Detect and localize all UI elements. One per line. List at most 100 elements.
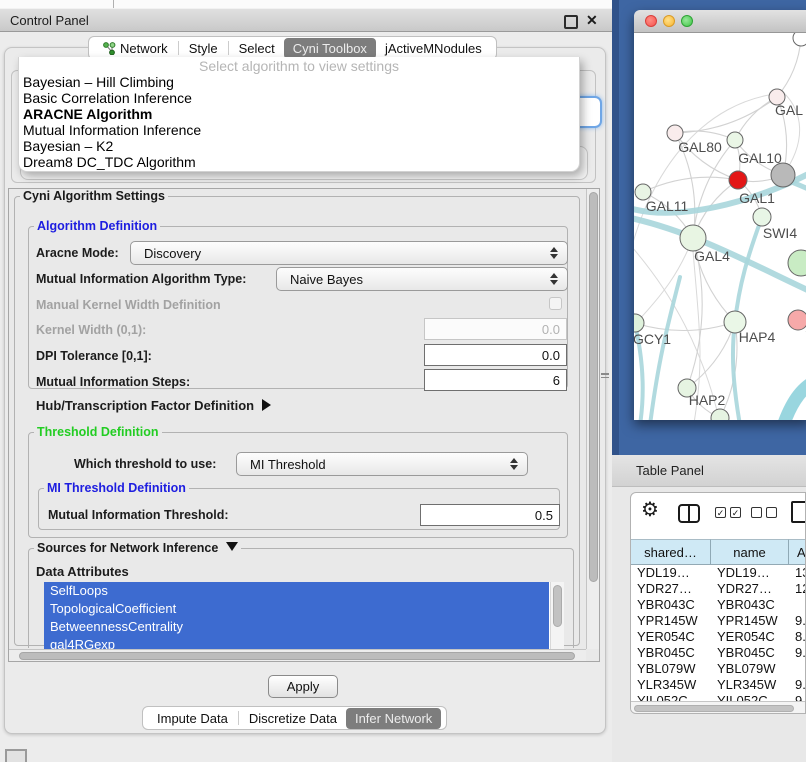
table-cell: 9. [789, 645, 805, 661]
table-panel-title: Table Panel [636, 463, 704, 478]
network-node-label: GAL10 [738, 150, 782, 166]
minimize-traffic-light-icon[interactable] [663, 15, 675, 27]
table-row[interactable]: YDL19…YDL19…13 [631, 565, 805, 581]
network-node-label: GAL11 [646, 198, 689, 214]
kernel-width-field[interactable]: 0.0 [424, 318, 567, 340]
columns-icon[interactable] [678, 504, 700, 523]
table-panel-titlebar: Table Panel [612, 455, 806, 487]
tab-cyni-toolbox[interactable]: Cyni Toolbox [284, 38, 376, 59]
manual-kernel-checkbox[interactable] [549, 297, 562, 310]
mi-threshold-group-title: MI Threshold Definition [44, 481, 189, 495]
network-edge [636, 238, 693, 323]
table-row[interactable]: YBR045CYBR045C9. [631, 645, 805, 661]
gear-icon[interactable]: ⚙ [641, 500, 659, 520]
hub-definition-label: Hub/Transcription Factor Definition [36, 398, 254, 413]
tab-label: Cyni Toolbox [293, 41, 367, 56]
table-cell: 8. [789, 629, 805, 645]
algorithm-definition-title: Algorithm Definition [34, 219, 160, 233]
column-header[interactable]: shared… [631, 539, 711, 565]
attribute-list-item[interactable]: gal4RGexp [44, 636, 549, 650]
settings-horizontal-scrollbar[interactable] [9, 649, 586, 661]
data-attributes-list: SelfLoopsTopologicalCoefficientBetweenne… [44, 582, 564, 650]
aracne-mode-select[interactable]: Discovery [130, 241, 568, 265]
network-node-y[interactable] [788, 310, 806, 330]
tab-label: Select [239, 41, 275, 56]
attributes-scrollbar[interactable] [550, 582, 564, 650]
minimized-panel-icon[interactable] [5, 749, 27, 762]
mi-type-select[interactable]: Naive Bayes [276, 267, 568, 291]
table-horizontal-scrollbar[interactable] [631, 701, 805, 714]
mi-threshold-field[interactable]: 0.5 [420, 504, 560, 526]
column-header[interactable]: name [711, 539, 789, 565]
mi-steps-label: Mutual Information Steps: [36, 375, 190, 389]
hub-definition-toggle[interactable]: Hub/Transcription Factor Definition [36, 398, 271, 413]
tab-impute-data[interactable]: Impute Data [148, 708, 237, 729]
table-cell: YPR145W [631, 613, 711, 629]
table-row[interactable]: YBR043CYBR043C [631, 597, 805, 613]
aracne-mode-value: Discovery [131, 246, 545, 261]
network-window-titlebar[interactable] [634, 10, 806, 33]
table-row[interactable]: YIL052CYIL052C9 [631, 693, 805, 701]
tab-select[interactable]: Select [230, 38, 284, 59]
tab-infer-network[interactable]: Infer Network [346, 708, 441, 729]
table-cell: YBL079W [711, 661, 789, 677]
table-cell: YER054C [631, 629, 711, 645]
table-row[interactable]: YER054CYER054C8. [631, 629, 805, 645]
network-node[interactable] [788, 250, 806, 276]
close-traffic-light-icon[interactable] [645, 15, 657, 27]
screen: Control Panel ✕ NetworkStyle Select Cyni T… [0, 0, 806, 762]
network-node-gal10[interactable] [727, 132, 743, 148]
network-edge-strong [782, 379, 806, 420]
column-header[interactable]: A [789, 539, 806, 565]
network-node-gcy1[interactable] [634, 314, 644, 332]
network-node[interactable] [793, 33, 806, 46]
deselect-all-checks-icon[interactable] [751, 507, 777, 518]
bottom-tabbar: Impute DataDiscretize Data Infer Network [142, 706, 447, 730]
kernel-width-value: 0.0 [542, 322, 560, 337]
tab-style[interactable]: Style [180, 38, 227, 59]
select-all-checks-icon[interactable]: ✓✓ [715, 507, 741, 518]
collapsed-arrow-icon [262, 399, 271, 411]
dropdown-item[interactable]: Mutual Information Inference [23, 122, 201, 138]
network-node[interactable] [711, 409, 729, 420]
which-threshold-select[interactable]: MI Threshold [236, 452, 528, 476]
table-row[interactable]: YPR145WYPR145W9. [631, 613, 805, 629]
tab-jactivemnodules[interactable]: jActiveMNodules [376, 38, 491, 59]
network-canvas[interactable]: GALGAL80GAL10GAL1GAL11SWI4GAL4GCY1HAP4YH… [634, 33, 806, 420]
network-node-gal1[interactable] [729, 171, 747, 189]
tab-network[interactable]: Network [94, 38, 177, 59]
network-node[interactable] [771, 163, 795, 187]
table-cell: YDL19… [631, 565, 711, 581]
zoom-traffic-light-icon[interactable] [681, 15, 693, 27]
settings-vertical-scrollbar[interactable] [586, 189, 599, 649]
table-row[interactable]: YDR27…YDR27…12 [631, 581, 805, 597]
close-icon[interactable]: ✕ [586, 12, 598, 29]
dropdown-item[interactable]: Dream8 DC_TDC Algorithm [23, 154, 196, 170]
dropdown-item[interactable]: ARACNE Algorithm [23, 106, 152, 122]
attribute-list-item[interactable]: SelfLoops [44, 582, 549, 600]
dropdown-item[interactable]: Bayesian – K2 [23, 138, 113, 154]
manual-kernel-label: Manual Kernel Width Definition [36, 298, 221, 312]
document-icon[interactable] [791, 501, 806, 523]
top-strip [0, 0, 612, 8]
attribute-list-item[interactable]: BetweennessCentrality [44, 618, 549, 636]
apply-button[interactable]: Apply [268, 675, 338, 698]
mi-steps-field[interactable]: 6 [424, 369, 567, 391]
control-panel-title: Control Panel [10, 13, 89, 28]
network-node-swi4[interactable] [753, 208, 771, 226]
attribute-list-item[interactable]: TopologicalCoefficient [44, 600, 549, 618]
dropdown-item[interactable]: Bayesian – Hill Climbing [23, 74, 174, 90]
threshold-definition-title: Threshold Definition [34, 425, 162, 439]
tab-discretize-data[interactable]: Discretize Data [240, 708, 346, 729]
network-icon [103, 42, 116, 55]
table-row[interactable]: YLR345WYLR345W9. [631, 677, 805, 693]
float-window-icon[interactable] [564, 15, 578, 29]
table-row[interactable]: YBL079WYBL079W [631, 661, 805, 677]
dpi-tolerance-field[interactable]: 0.0 [424, 344, 567, 366]
desktop-edge-shadow [612, 0, 619, 455]
dropdown-item[interactable]: Basic Correlation Inference [23, 90, 192, 106]
mi-threshold-value: 0.5 [535, 508, 553, 523]
sources-toggle[interactable]: Sources for Network Inference [34, 541, 241, 555]
tab-label: Infer Network [355, 711, 432, 726]
panel-splitter[interactable] [601, 371, 609, 380]
